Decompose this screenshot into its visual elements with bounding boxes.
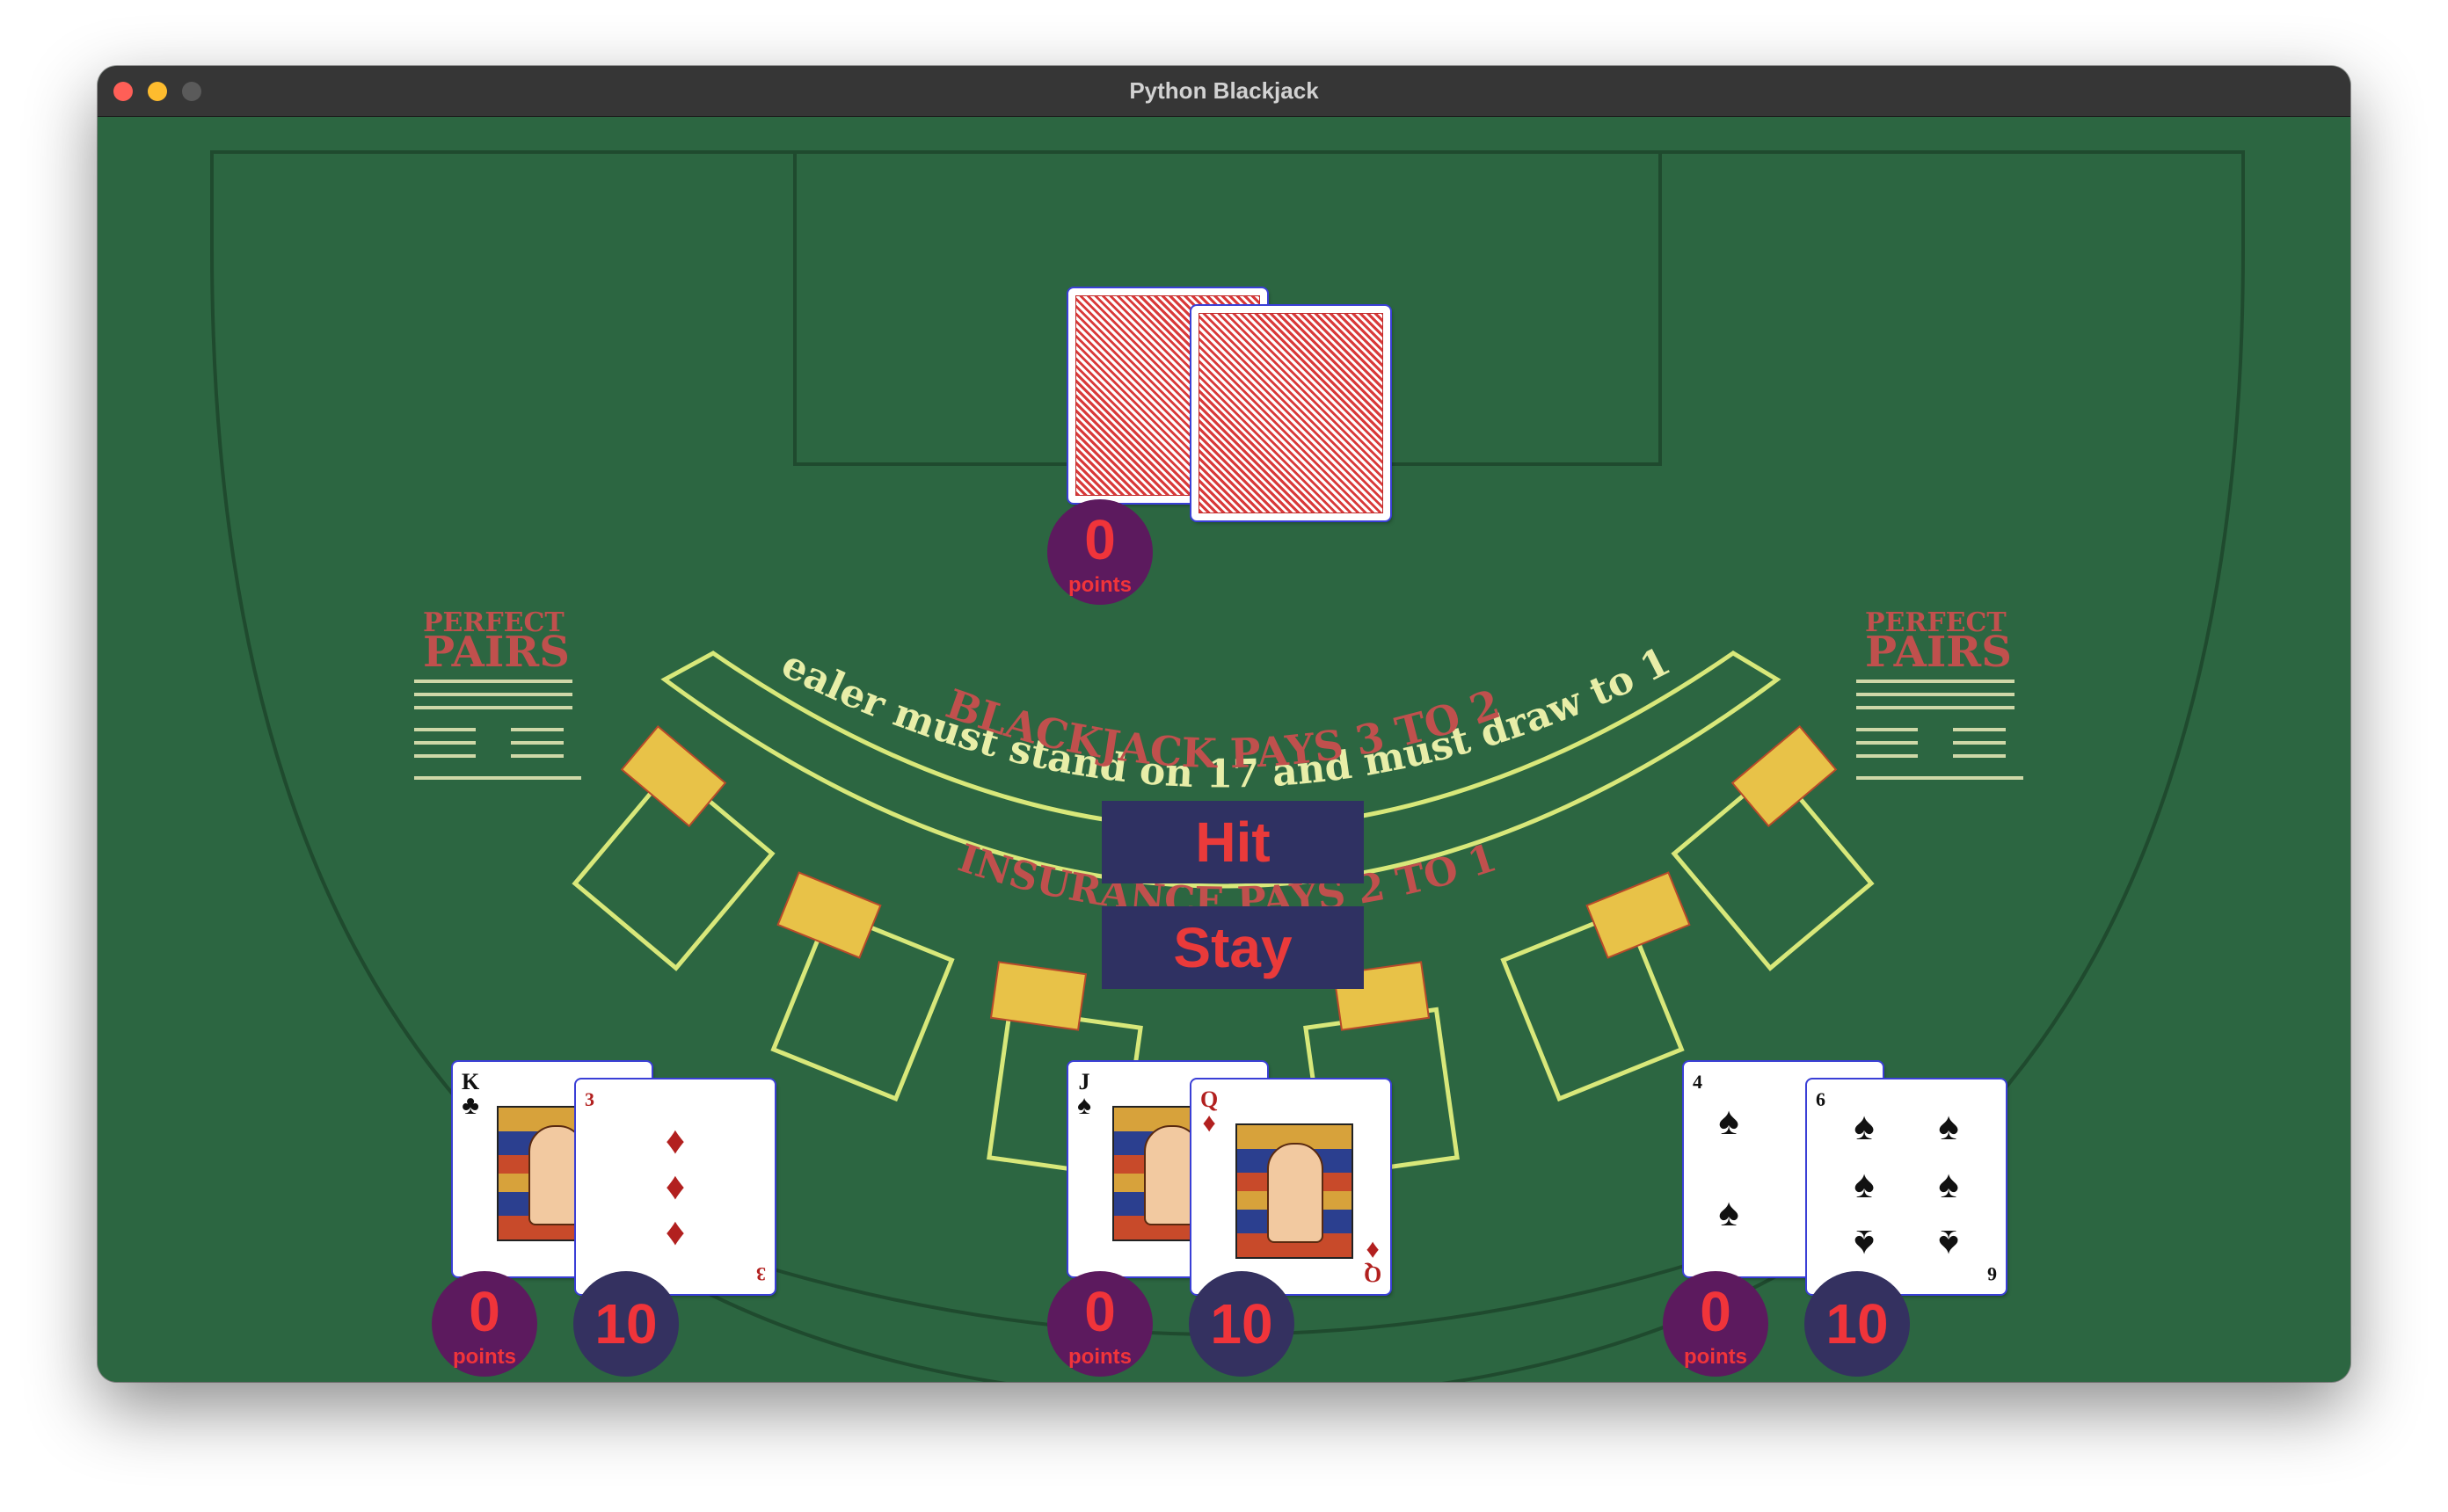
title-bar: Python Blackjack	[98, 66, 2350, 117]
player-2-points-badge: 0 points	[1047, 1271, 1153, 1377]
perfect-pairs-logo-right: PERFECT PAIRS	[1856, 607, 2023, 780]
player-1-points-badge: 0 points	[432, 1271, 537, 1377]
card-corner: 3	[585, 1088, 594, 1110]
perfect-pairs-spot-2	[776, 871, 882, 959]
player-3-card-2: 6 ♠ ♠ ♠ ♠ ♠ ♠ 6	[1807, 1079, 2006, 1294]
perfect-pairs-spot-3	[989, 961, 1088, 1031]
player-2-bet-badge: 10	[1189, 1271, 1294, 1377]
perfect-pairs-logo-left: PERFECT PAIRS	[414, 607, 581, 780]
spade-pip-icon: ♠	[1854, 1163, 1875, 1206]
spade-pip-icon: ♠	[1718, 1100, 1739, 1143]
perfect-pairs-spot-6	[1730, 724, 1838, 828]
card-corner: Q ♦	[1200, 1087, 1219, 1138]
card-back-pattern	[1198, 313, 1383, 513]
player-3-bet-badge: 10	[1804, 1271, 1910, 1377]
svg-text:PAIRS: PAIRS	[423, 628, 570, 677]
spade-pip-icon: ♠	[1718, 1191, 1739, 1234]
player-3-points-badge: 0 points	[1663, 1271, 1768, 1377]
dealer-card-2	[1191, 306, 1390, 520]
card-corner: 4	[1693, 1071, 1702, 1093]
player-2-card-2: Q ♦ Q ♦	[1191, 1079, 1390, 1294]
card-corner: 6	[1987, 1263, 1997, 1285]
player-1-bet-badge: 10	[573, 1271, 679, 1377]
spade-pip-icon: ♠	[1938, 1163, 1959, 1206]
window-title: Python Blackjack	[1129, 77, 1319, 104]
card-corner: 3	[756, 1263, 766, 1285]
dealer-points-badge: 0 points	[1047, 499, 1153, 605]
game-window: Python Blackjack Dealer must stand on 17…	[98, 66, 2350, 1382]
blackjack-table: Dealer must stand on 17 and must draw to…	[98, 117, 2350, 1382]
card-corner: 6	[1816, 1088, 1825, 1110]
spade-pip-icon: ♠	[1854, 1222, 1875, 1265]
diamond-pip-icon: ♦	[665, 1210, 686, 1254]
diamond-pip-icon: ♦	[665, 1165, 686, 1208]
card-corner: J ♠	[1077, 1069, 1091, 1120]
dealer-rule-text: Dealer must stand on 17 and must draw to…	[98, 117, 1678, 797]
queen-face-icon	[1235, 1123, 1353, 1259]
spade-pip-icon: ♠	[1938, 1105, 1959, 1148]
spade-pip-icon: ♠	[1938, 1222, 1959, 1265]
svg-text:PAIRS: PAIRS	[1865, 628, 2012, 677]
perfect-pairs-spot-5	[1585, 871, 1691, 959]
stay-button[interactable]: Stay	[1102, 906, 1364, 989]
player-1-card-2: 3 ♦ ♦ ♦ 3	[576, 1079, 775, 1294]
diamond-pip-icon: ♦	[665, 1119, 686, 1162]
hit-button[interactable]: Hit	[1102, 801, 1364, 883]
card-corner: Q ♦	[1363, 1236, 1381, 1287]
spade-pip-icon: ♠	[1854, 1105, 1875, 1148]
card-corner: K ♣	[462, 1069, 480, 1120]
